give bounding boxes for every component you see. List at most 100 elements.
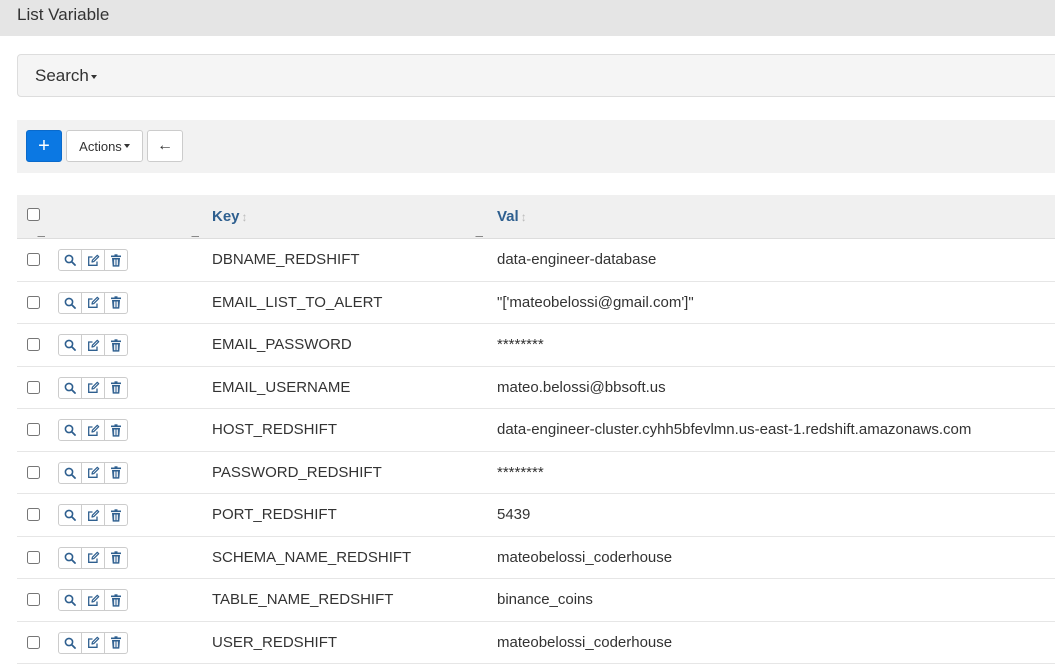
trash-icon (111, 593, 121, 607)
cell-val: 5439 (497, 506, 531, 523)
row-checkbox[interactable] (27, 550, 40, 564)
table-row: EMAIL_LIST_TO_ALERT "['mateobelossi@gmai… (17, 282, 1055, 324)
delete-record-button[interactable] (104, 631, 128, 654)
row-checkbox[interactable] (27, 253, 40, 266)
cell-key: SCHEMA_NAME_REDSHIFT (212, 548, 412, 566)
table-row: DBNAME_REDSHIFT data-engineer-database (17, 239, 1055, 282)
view-record-button[interactable] (58, 546, 82, 569)
cell-key: EMAIL_USERNAME (212, 378, 351, 396)
trash-icon (111, 338, 121, 352)
view-record-button[interactable] (58, 334, 82, 356)
column-header-val[interactable]: Val ↕ (497, 208, 527, 225)
delete-record-button[interactable] (104, 291, 128, 314)
cell-val: data-engineer-database (497, 251, 657, 268)
table-row: USER_REDSHIFT mateobelossi_coderhouse (17, 622, 1055, 664)
search-toggle[interactable]: Search (35, 66, 97, 86)
edit-record-button[interactable] (81, 376, 105, 399)
row-actions (58, 334, 128, 356)
select-all-checkbox[interactable] (27, 208, 40, 221)
page-title: List Variable (17, 5, 110, 24)
caret-down-icon (90, 74, 97, 79)
delete-record-button[interactable] (104, 504, 128, 526)
column-resize-handle[interactable] (191, 229, 207, 237)
view-record-button[interactable] (58, 249, 82, 271)
row-checkbox[interactable] (27, 338, 40, 351)
edit-icon (87, 594, 99, 606)
row-checkbox[interactable] (27, 635, 40, 649)
delete-record-button[interactable] (104, 249, 128, 271)
caret-down-icon (123, 144, 130, 148)
edit-icon (87, 509, 99, 521)
cell-val: ******** (497, 463, 544, 481)
cell-key: HOST_REDSHIFT (212, 421, 338, 438)
edit-icon (87, 296, 99, 308)
cell-key: DBNAME_REDSHIFT (212, 251, 360, 268)
cell-val: mateobelossi_coderhouse (497, 548, 673, 566)
edit-record-button[interactable] (81, 334, 105, 356)
row-checkbox[interactable] (27, 423, 40, 436)
cell-key: EMAIL_PASSWORD (212, 336, 352, 353)
search-icon (64, 424, 76, 436)
trash-icon (111, 636, 121, 649)
row-actions (58, 546, 128, 569)
add-button[interactable]: + (26, 130, 62, 162)
row-actions (58, 291, 128, 314)
delete-record-button[interactable] (104, 461, 128, 484)
page-header: List Variable (0, 0, 1055, 36)
actions-dropdown-button[interactable]: Actions (66, 130, 143, 162)
edit-record-button[interactable] (81, 589, 105, 611)
edit-icon (87, 339, 99, 351)
search-icon (64, 467, 76, 479)
cell-val: data-engineer-cluster.cyhh5bfevlmn.us-ea… (497, 421, 972, 438)
row-checkbox[interactable] (27, 380, 40, 394)
trash-icon (111, 508, 121, 522)
view-record-button[interactable] (58, 376, 82, 399)
row-checkbox[interactable] (27, 508, 40, 521)
column-resize-handle[interactable] (475, 229, 491, 237)
cell-val: binance_coins (497, 591, 593, 608)
edit-record-button[interactable] (81, 504, 105, 526)
edit-record-button[interactable] (81, 249, 105, 271)
search-label: Search (35, 66, 89, 85)
edit-record-button[interactable] (81, 419, 105, 441)
back-button[interactable]: ← (147, 130, 183, 162)
search-icon (64, 509, 76, 521)
table-row: SCHEMA_NAME_REDSHIFT mateobelossi_coderh… (17, 537, 1055, 579)
table-header: Key ↕ Val ↕ (17, 195, 1055, 239)
row-checkbox[interactable] (27, 465, 40, 479)
row-actions (58, 419, 128, 441)
view-record-button[interactable] (58, 504, 82, 526)
delete-record-button[interactable] (104, 376, 128, 399)
delete-record-button[interactable] (104, 334, 128, 356)
view-record-button[interactable] (58, 461, 82, 484)
search-icon (64, 254, 76, 266)
arrow-left-icon: ← (157, 137, 173, 154)
search-icon (64, 297, 76, 309)
edit-record-button[interactable] (81, 546, 105, 569)
delete-record-button[interactable] (104, 546, 128, 569)
table-row: PASSWORD_REDSHIFT ******** (17, 452, 1055, 494)
cell-key: USER_REDSHIFT (212, 633, 338, 651)
search-icon (64, 382, 76, 394)
edit-icon (87, 636, 99, 648)
view-record-button[interactable] (58, 291, 82, 314)
row-checkbox[interactable] (27, 593, 40, 606)
view-record-button[interactable] (58, 419, 82, 441)
view-record-button[interactable] (58, 589, 82, 611)
view-record-button[interactable] (58, 631, 82, 654)
row-checkbox[interactable] (27, 295, 40, 309)
cell-val: "['mateobelossi@gmail.com']" (497, 293, 694, 311)
edit-record-button[interactable] (81, 461, 105, 484)
trash-icon (111, 466, 121, 479)
column-header-val-label: Val (497, 208, 519, 225)
delete-record-button[interactable] (104, 419, 128, 441)
row-actions (58, 249, 128, 271)
delete-record-button[interactable] (104, 589, 128, 611)
edit-record-button[interactable] (81, 291, 105, 314)
table-row: EMAIL_USERNAME mateo.belossi@bbsoft.us (17, 367, 1055, 409)
edit-record-button[interactable] (81, 631, 105, 654)
table-row: TABLE_NAME_REDSHIFT binance_coins (17, 579, 1055, 622)
column-header-key[interactable]: Key ↕ (212, 208, 248, 225)
search-icon (64, 339, 76, 351)
column-resize-handle[interactable] (37, 229, 53, 237)
